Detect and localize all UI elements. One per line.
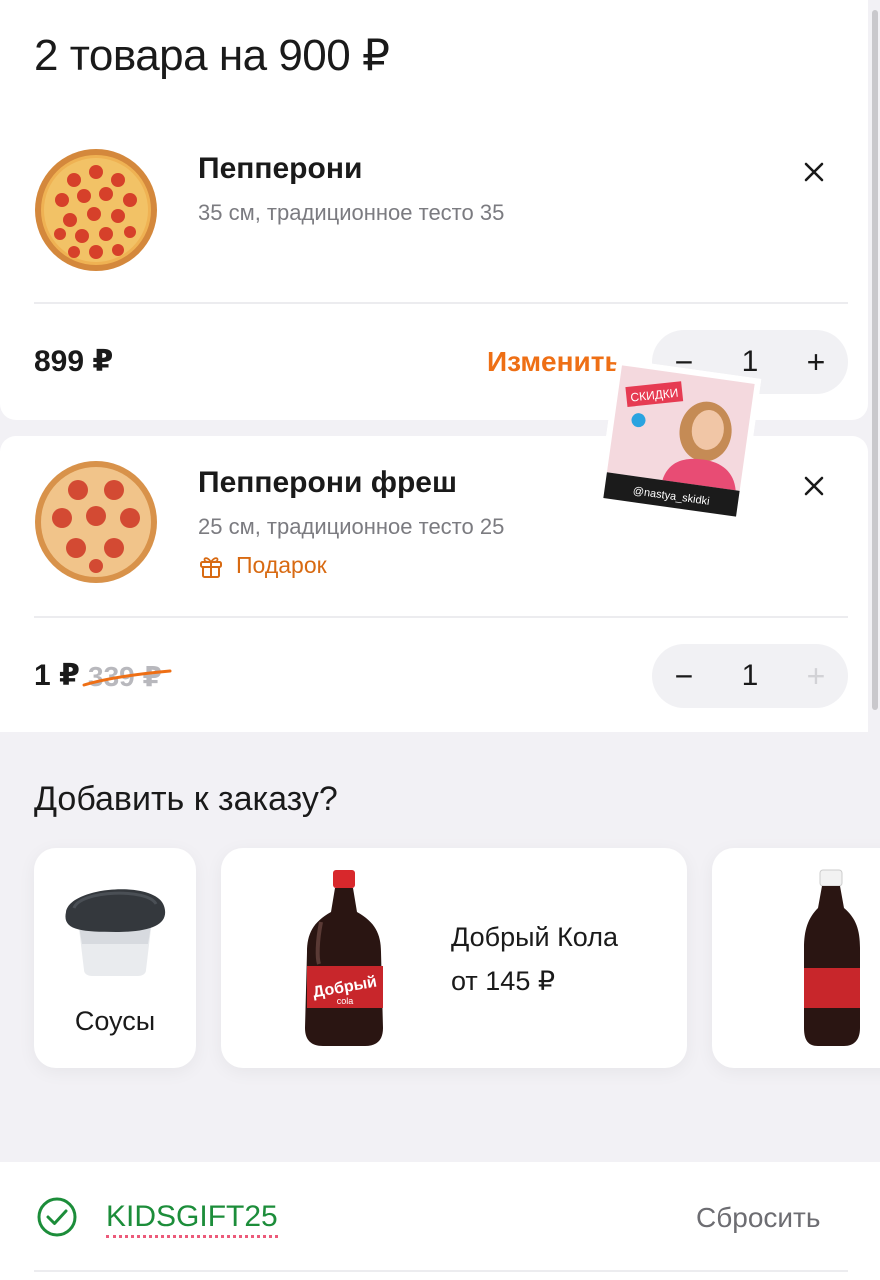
pepperoni-fresh-pizza-image: [35, 461, 157, 583]
upsell-cola-card[interactable]: Добрый cola Добрый Кола от 145 ₽: [221, 848, 687, 1068]
check-circle-icon: [37, 1197, 77, 1237]
divider: [34, 1270, 848, 1272]
decrease-quantity-button[interactable]: −: [652, 644, 716, 708]
promo-code-row: KIDSGIFT25 Сбросить: [0, 1162, 880, 1280]
bottle-brand-sub: cola: [337, 996, 354, 1006]
close-icon: [804, 476, 824, 496]
cola-price: от 145 ₽: [451, 966, 556, 996]
increase-quantity-button[interactable]: +: [784, 330, 848, 394]
promo-code-value: KIDSGIFT25: [106, 1200, 278, 1238]
reset-promo-button[interactable]: Сбросить: [696, 1202, 820, 1234]
upsell-cola-card[interactable]: [712, 848, 880, 1068]
item-description: 25 см, традиционное тесто 25: [198, 514, 505, 539]
cola-name: Добрый Кола: [451, 922, 618, 952]
pepperoni-pizza-image: [35, 149, 157, 271]
quantity-stepper: − 1 +: [652, 644, 848, 708]
remove-item-button[interactable]: [796, 468, 832, 504]
upsell-title: Добавить к заказу?: [34, 780, 338, 818]
item-price: 1 ₽: [34, 659, 80, 692]
cart-title: 2 товара на 900 ₽: [34, 31, 390, 80]
quantity-value: 1: [741, 659, 759, 692]
gift-badge: Подарок: [198, 552, 327, 579]
remove-item-button[interactable]: [796, 154, 832, 190]
increase-quantity-button[interactable]: +: [784, 644, 848, 708]
item-price: 899 ₽: [34, 345, 114, 378]
sauce-cup-image: [65, 889, 166, 976]
item-name: Пепперони фреш: [198, 466, 457, 499]
cola-bottle-image: [804, 869, 860, 1046]
gift-label: Подарок: [236, 552, 327, 578]
sauces-label: Соусы: [74, 1006, 156, 1036]
price-strikethrough: [82, 669, 172, 687]
cola-bottle-image: Добрый cola: [305, 870, 383, 1046]
promo-sticker: СКИДКИ @nastya_skidki: [596, 358, 762, 524]
item-description: 35 см, традиционное тесто 35: [198, 200, 505, 225]
divider: [34, 616, 848, 618]
change-item-link[interactable]: Изменить: [487, 346, 622, 378]
close-icon: [804, 162, 824, 182]
item-name: Пепперони: [198, 152, 363, 185]
gift-icon: [200, 556, 222, 578]
divider: [34, 302, 848, 304]
scrollbar[interactable]: [872, 10, 878, 710]
upsell-sauces-card[interactable]: Соусы: [34, 848, 196, 1068]
